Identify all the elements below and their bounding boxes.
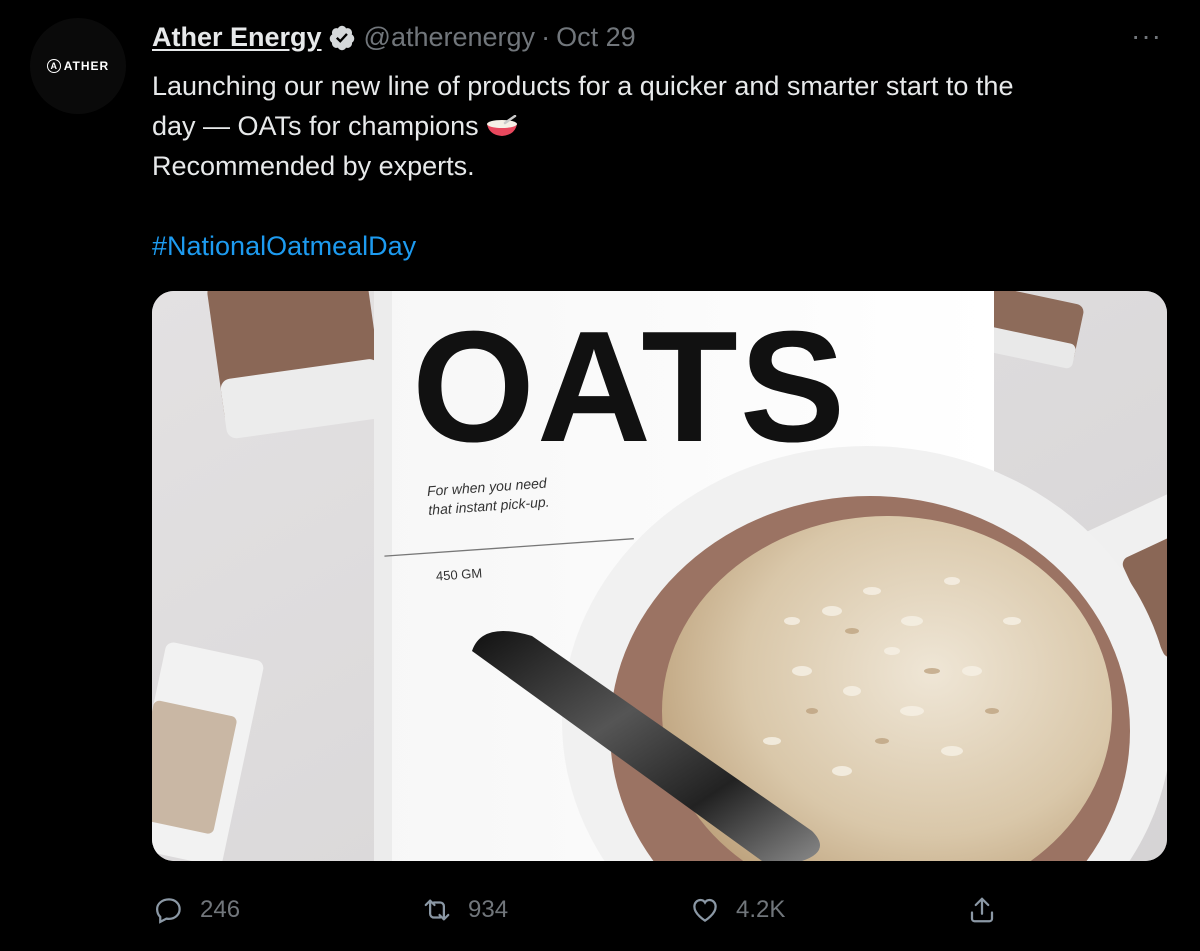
bowl-emoji-icon <box>486 115 517 136</box>
tweet-text-line-with-emoji: day — OATs for champions <box>152 106 1162 146</box>
share-button[interactable] <box>967 885 997 935</box>
hashtag-link[interactable]: #NationalOatmealDay <box>152 226 1162 266</box>
reply-button[interactable]: 246 <box>154 885 240 935</box>
retweet-icon <box>424 899 450 921</box>
ather-logo-icon: A <box>46 59 61 73</box>
share-icon <box>970 897 994 923</box>
tweet-media-image[interactable]: OATS For when you need that instant pick… <box>152 291 1167 861</box>
tweet-text-line: day — OATs for champions <box>152 111 479 141</box>
packet-title: OATS <box>412 299 847 475</box>
verified-badge-icon <box>329 25 354 50</box>
reply-icon <box>155 898 181 924</box>
header-separator: · <box>541 22 551 52</box>
like-count: 4.2K <box>736 896 786 923</box>
avatar[interactable]: A ATHER <box>30 18 126 114</box>
tweet[interactable]: A ATHER Ather Energy @atherenergy · Oct … <box>0 0 1200 951</box>
retweet-count: 934 <box>468 896 509 923</box>
tweet-actions: 246 934 4.2K <box>152 885 1012 935</box>
reply-count: 246 <box>200 896 241 923</box>
more-icon[interactable]: ··· <box>1131 20 1162 52</box>
like-icon <box>693 898 717 922</box>
tweet-text-line: Recommended by experts. <box>152 151 475 181</box>
like-button[interactable]: 4.2K <box>690 885 785 935</box>
retweet-button[interactable]: 934 <box>422 885 508 935</box>
author-name[interactable]: Ather Energy <box>152 22 322 53</box>
tweet-date[interactable]: Oct 29 <box>556 22 636 53</box>
tweet-text-line: Launching our new line of products for a… <box>152 71 1014 101</box>
floating-packet <box>207 291 386 439</box>
author-handle[interactable]: @atherenergy <box>364 22 536 53</box>
avatar-logo-text: ATHER <box>63 59 110 73</box>
tweet-text: Launching our new line of products for a… <box>152 66 1162 266</box>
tweet-text-spacer <box>152 186 1162 226</box>
tweet-header: Ather Energy @atherenergy · Oct 29 <box>152 22 636 53</box>
oats-product-illustration: OATS For when you need that instant pick… <box>152 291 1167 861</box>
